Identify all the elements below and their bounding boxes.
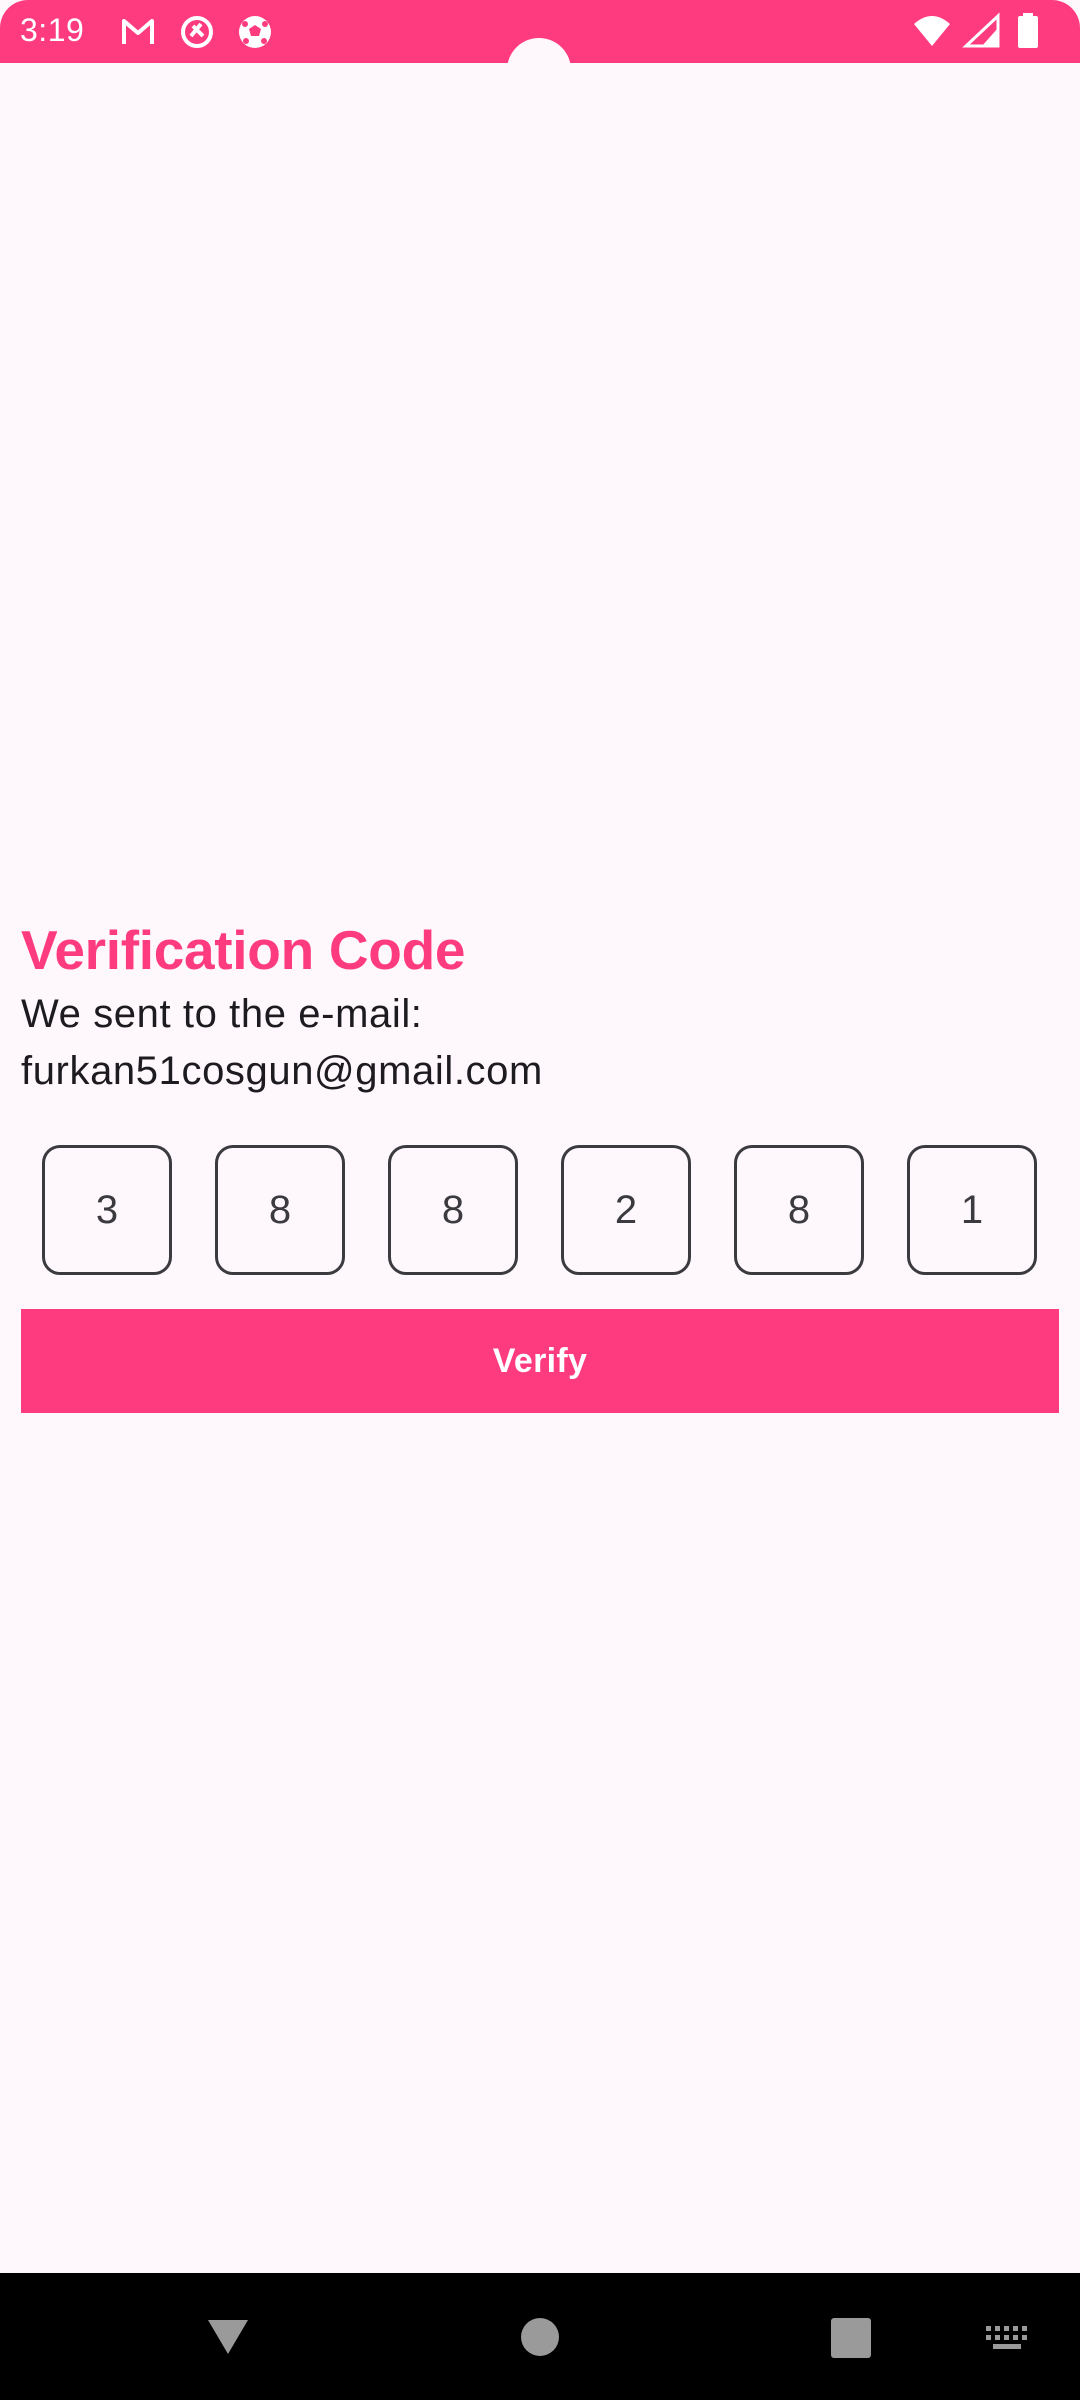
navigation-bar <box>0 2273 1080 2400</box>
code-digit-4[interactable]: 2 <box>561 1145 691 1275</box>
subtitle-text: We sent to the e-mail: <box>21 992 423 1036</box>
blocked-icon <box>179 14 215 50</box>
gmail-icon <box>120 14 156 50</box>
cellular-signal-icon <box>962 12 1000 48</box>
code-digit-2[interactable]: 8 <box>215 1145 345 1275</box>
code-digit-6[interactable]: 1 <box>907 1145 1037 1275</box>
verify-button[interactable]: Verify <box>21 1309 1059 1413</box>
code-input-row: 3 8 8 2 8 1 <box>42 1145 1038 1275</box>
code-digit-3[interactable]: 8 <box>388 1145 518 1275</box>
soccer-ball-icon <box>237 14 273 50</box>
screen: 3:19 Verification Code We sent to the e-… <box>0 0 1080 2400</box>
wifi-icon <box>914 16 950 46</box>
keyboard-icon[interactable] <box>985 2325 1031 2351</box>
home-icon[interactable] <box>520 2317 560 2357</box>
recents-icon[interactable] <box>830 2317 872 2359</box>
status-right-icons <box>912 12 1062 52</box>
camera-cutout <box>507 38 571 102</box>
page-title: Verification Code <box>21 919 466 981</box>
battery-icon <box>1018 13 1038 48</box>
back-icon[interactable] <box>204 2316 252 2358</box>
code-digit-1[interactable]: 3 <box>42 1145 172 1275</box>
status-time: 3:19 <box>20 12 85 48</box>
code-digit-5[interactable]: 8 <box>734 1145 864 1275</box>
email-address: furkan51cosgun@gmail.com <box>21 1049 543 1093</box>
